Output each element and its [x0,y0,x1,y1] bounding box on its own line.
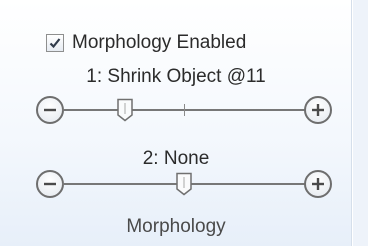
morphology-group: Morphology Enabled 1: Shrink Object @11 … [0,0,352,246]
group-separator [352,0,368,246]
morphology-enabled-checkbox-row[interactable]: Morphology Enabled [46,30,246,56]
slider-1-tick [184,104,185,116]
group-title: Morphology [126,216,226,237]
morphology-enabled-label: Morphology Enabled [72,32,247,53]
checkmark-icon [49,38,61,49]
slider-1-decrease-button[interactable] [36,96,64,124]
slider-2-label: 2: None [142,148,210,169]
slider-2-decrease-button[interactable] [36,170,64,198]
slider-thumb-icon [117,98,133,122]
minus-icon [44,108,56,112]
slider-2[interactable] [36,170,332,198]
minus-icon [44,182,56,186]
plus-icon [312,178,324,190]
slider-1-increase-button[interactable] [304,96,332,124]
slider-2-increase-button[interactable] [304,170,332,198]
plus-icon [312,104,324,116]
slider-1-thumb[interactable] [116,98,134,122]
slider-2-thumb[interactable] [175,172,193,196]
slider-1-label: 1: Shrink Object @11 [86,66,266,87]
morphology-enabled-checkbox[interactable] [46,34,64,52]
slider-1[interactable] [36,96,332,124]
slider-thumb-icon [176,172,192,196]
